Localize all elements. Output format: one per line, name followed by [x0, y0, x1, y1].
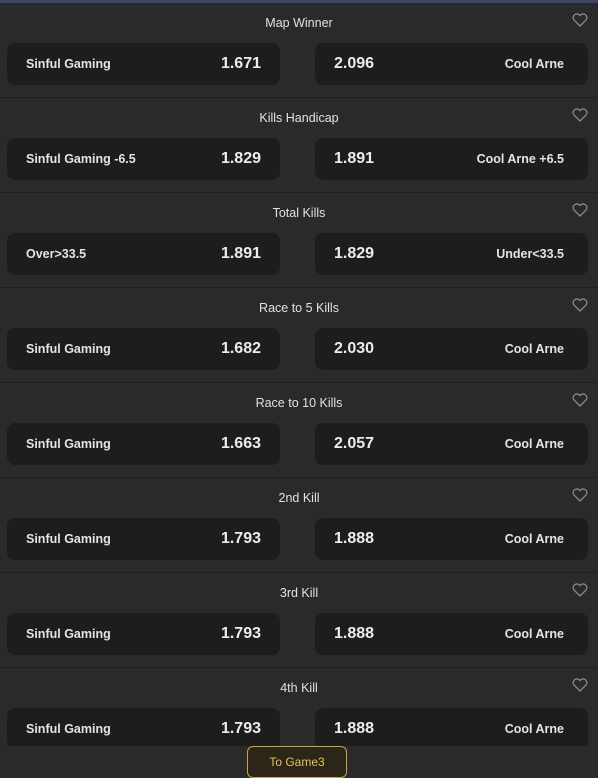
selection-name: Cool Arne: [505, 613, 564, 655]
selection-name: Cool Arne: [505, 328, 564, 370]
odds-button-left[interactable]: Sinful Gaming 1.793: [7, 708, 280, 750]
selection-name: Sinful Gaming -6.5: [26, 138, 136, 180]
odds-value: 1.829: [334, 233, 374, 275]
odds-button-right[interactable]: 1.888 Cool Arne: [315, 518, 588, 560]
odds-value: 2.030: [334, 328, 374, 370]
market-3rd-kill: 3rd Kill Sinful Gaming 1.793 1.888 Cool …: [0, 573, 598, 668]
market-total-kills: Total Kills Over>33.5 1.891 1.829 Under<…: [0, 193, 598, 288]
heart-icon[interactable]: [572, 203, 588, 217]
heart-icon[interactable]: [572, 108, 588, 122]
selection-name: Cool Arne: [505, 708, 564, 750]
market-title: Map Winner: [0, 16, 598, 30]
odds-value: 2.057: [334, 423, 374, 465]
heart-icon[interactable]: [572, 488, 588, 502]
market-title: Kills Handicap: [0, 111, 598, 125]
to-game-button[interactable]: To Game3: [247, 746, 347, 778]
odds-button-left[interactable]: Sinful Gaming 1.663: [7, 423, 280, 465]
market-race-to-10-kills: Race to 10 Kills Sinful Gaming 1.663 2.0…: [0, 383, 598, 478]
selection-name: Over>33.5: [26, 233, 86, 275]
odds-value: 1.663: [221, 423, 261, 465]
odds-button-right[interactable]: 1.888 Cool Arne: [315, 708, 588, 750]
odds-button-right[interactable]: 2.030 Cool Arne: [315, 328, 588, 370]
odds-button-left[interactable]: Sinful Gaming 1.793: [7, 613, 280, 655]
odds-value: 1.888: [334, 708, 374, 750]
market-map-winner: Map Winner Sinful Gaming 1.671 2.096 Coo…: [0, 3, 598, 98]
market-title: 3rd Kill: [0, 586, 598, 600]
odds-value: 1.891: [334, 138, 374, 180]
odds-button-left[interactable]: Sinful Gaming 1.682: [7, 328, 280, 370]
odds-button-right[interactable]: 1.888 Cool Arne: [315, 613, 588, 655]
selection-name: Cool Arne +6.5: [477, 138, 564, 180]
odds-value: 1.891: [221, 233, 261, 275]
odds-value: 1.793: [221, 518, 261, 560]
market-title: 4th Kill: [0, 681, 598, 695]
heart-icon[interactable]: [572, 13, 588, 27]
market-title: Race to 5 Kills: [0, 301, 598, 315]
odds-value: 1.888: [334, 518, 374, 560]
odds-button-left[interactable]: Sinful Gaming -6.5 1.829: [7, 138, 280, 180]
odds-value: 1.793: [221, 613, 261, 655]
odds-value: 1.682: [221, 328, 261, 370]
market-list: Map Winner Sinful Gaming 1.671 2.096 Coo…: [0, 3, 598, 763]
heart-icon[interactable]: [572, 393, 588, 407]
market-kills-handicap: Kills Handicap Sinful Gaming -6.5 1.829 …: [0, 98, 598, 193]
market-2nd-kill: 2nd Kill Sinful Gaming 1.793 1.888 Cool …: [0, 478, 598, 573]
odds-button-right[interactable]: 1.829 Under<33.5: [315, 233, 588, 275]
selection-name: Sinful Gaming: [26, 708, 111, 750]
odds-value: 2.096: [334, 43, 374, 85]
selection-name: Sinful Gaming: [26, 613, 111, 655]
heart-icon[interactable]: [572, 298, 588, 312]
odds-button-left[interactable]: Sinful Gaming 1.793: [7, 518, 280, 560]
odds-button-left[interactable]: Sinful Gaming 1.671: [7, 43, 280, 85]
odds-value: 1.829: [221, 138, 261, 180]
selection-name: Under<33.5: [496, 233, 564, 275]
odds-value: 1.888: [334, 613, 374, 655]
odds-value: 1.793: [221, 708, 261, 750]
odds-button-left[interactable]: Over>33.5 1.891: [7, 233, 280, 275]
selection-name: Cool Arne: [505, 43, 564, 85]
market-title: Race to 10 Kills: [0, 396, 598, 410]
odds-button-right[interactable]: 2.096 Cool Arne: [315, 43, 588, 85]
odds-value: 1.671: [221, 43, 261, 85]
market-title: 2nd Kill: [0, 491, 598, 505]
odds-button-right[interactable]: 1.891 Cool Arne +6.5: [315, 138, 588, 180]
market-title: Total Kills: [0, 206, 598, 220]
selection-name: Sinful Gaming: [26, 518, 111, 560]
odds-button-right[interactable]: 2.057 Cool Arne: [315, 423, 588, 465]
selection-name: Cool Arne: [505, 518, 564, 560]
selection-name: Sinful Gaming: [26, 423, 111, 465]
market-race-to-5-kills: Race to 5 Kills Sinful Gaming 1.682 2.03…: [0, 288, 598, 383]
heart-icon[interactable]: [572, 678, 588, 692]
heart-icon[interactable]: [572, 583, 588, 597]
selection-name: Cool Arne: [505, 423, 564, 465]
selection-name: Sinful Gaming: [26, 328, 111, 370]
selection-name: Sinful Gaming: [26, 43, 111, 85]
